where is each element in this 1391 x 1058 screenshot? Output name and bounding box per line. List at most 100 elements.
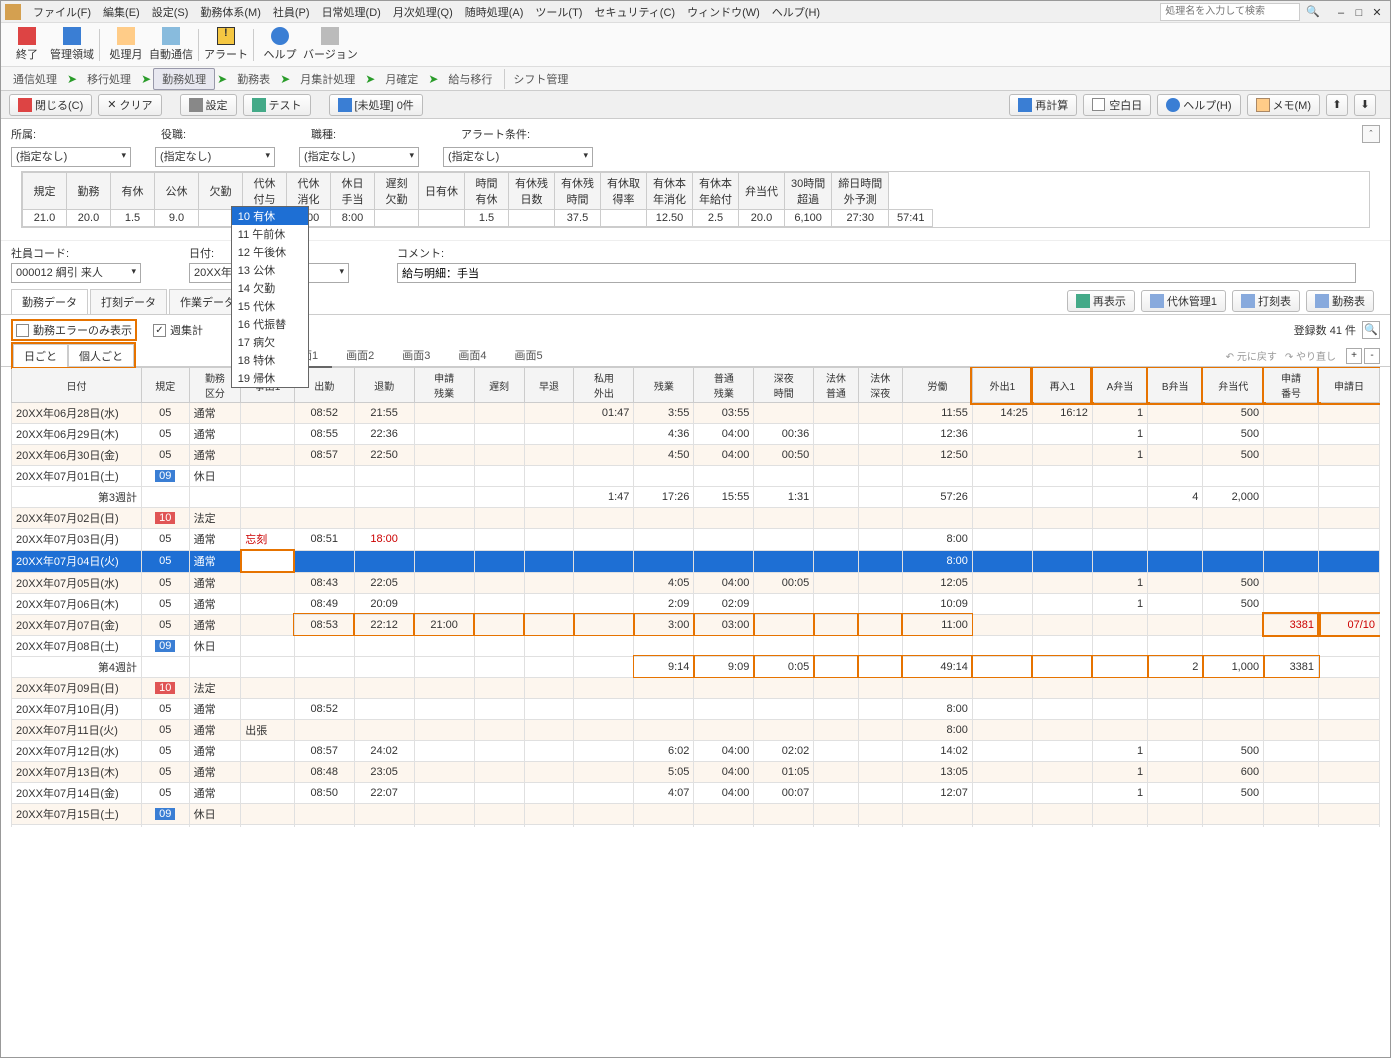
cell[interactable]: 20XX年07月11日(火) — [12, 719, 142, 740]
column-header[interactable]: B弁当 — [1148, 368, 1203, 403]
cell[interactable] — [354, 803, 414, 824]
cell[interactable] — [1092, 719, 1147, 740]
cell[interactable] — [574, 803, 634, 824]
cell[interactable]: 01:47 — [574, 403, 634, 424]
cell[interactable] — [858, 614, 902, 635]
cell[interactable] — [1092, 677, 1147, 698]
cell[interactable] — [634, 635, 694, 656]
reason-dropdown[interactable]: 10 有休11 午前休12 午後休13 公休14 欠勤15 代休16 代振替17… — [231, 367, 309, 388]
cell[interactable]: 8:00 — [902, 719, 972, 740]
cell[interactable] — [1319, 761, 1380, 782]
week-row[interactable]: 第5週計15:1412:003:1455:1421,600 — [12, 824, 1380, 827]
column-header[interactable]: 申請日 — [1319, 368, 1380, 403]
cell[interactable] — [189, 487, 241, 508]
cell[interactable]: 08:49 — [294, 593, 354, 614]
menu-window[interactable]: ウィンドウ(W) — [681, 2, 766, 22]
cell[interactable] — [294, 719, 354, 740]
cell[interactable] — [1264, 445, 1319, 466]
column-header[interactable]: 外出1 — [972, 368, 1032, 403]
cell[interactable]: 10:09 — [902, 593, 972, 614]
cell[interactable] — [902, 508, 972, 529]
cell[interactable]: 0:05 — [754, 656, 814, 677]
cell[interactable] — [814, 614, 858, 635]
cell[interactable] — [1032, 593, 1092, 614]
undo-button[interactable]: ↶ 元に戻す — [1226, 348, 1277, 363]
cell[interactable] — [241, 677, 294, 698]
cell[interactable]: 第4週計 — [12, 656, 142, 677]
cell[interactable] — [354, 550, 414, 572]
menu-settings[interactable]: 設定(S) — [146, 2, 195, 22]
cell[interactable]: 49:14 — [902, 656, 972, 677]
cell[interactable] — [474, 761, 524, 782]
cell[interactable] — [1319, 550, 1380, 572]
cell[interactable] — [1032, 424, 1092, 445]
cell[interactable] — [474, 445, 524, 466]
cell[interactable]: 8:00 — [902, 698, 972, 719]
cell[interactable]: 05 — [142, 782, 190, 803]
cell[interactable] — [414, 466, 474, 487]
cell[interactable] — [474, 508, 524, 529]
month-button[interactable]: 処理月 — [104, 25, 148, 65]
cell[interactable] — [574, 572, 634, 593]
week-total-option[interactable]: 週集計 — [153, 322, 203, 338]
cell[interactable] — [414, 403, 474, 424]
collapse-button[interactable]: ˆ — [1362, 125, 1380, 143]
cell[interactable] — [1264, 677, 1319, 698]
cell[interactable]: 出張 — [241, 719, 294, 740]
cell[interactable] — [972, 466, 1032, 487]
cell[interactable] — [694, 529, 754, 551]
cell[interactable] — [414, 824, 474, 827]
cell[interactable] — [574, 593, 634, 614]
cell[interactable] — [1148, 719, 1203, 740]
area-button[interactable]: 管理領域 — [49, 25, 95, 65]
cell[interactable] — [189, 824, 241, 827]
cell[interactable] — [241, 572, 294, 593]
cell[interactable]: 16:12 — [1032, 403, 1092, 424]
cell[interactable] — [858, 782, 902, 803]
maximize-button[interactable]: □ — [1350, 4, 1368, 20]
daikyu-button[interactable]: 代休管理1 — [1141, 290, 1226, 312]
cell[interactable] — [474, 698, 524, 719]
cell[interactable] — [354, 719, 414, 740]
cell[interactable]: 04:00 — [694, 424, 754, 445]
cell[interactable] — [474, 782, 524, 803]
cell[interactable]: 08:48 — [294, 761, 354, 782]
cell[interactable]: 500 — [1203, 572, 1264, 593]
cell[interactable] — [414, 635, 474, 656]
table-row[interactable]: 20XX年07月09日(日)10法定 — [12, 677, 1380, 698]
cell[interactable] — [972, 740, 1032, 761]
cell[interactable]: 04:00 — [694, 740, 754, 761]
cell[interactable] — [414, 782, 474, 803]
cell[interactable] — [1264, 403, 1319, 424]
cell[interactable] — [241, 466, 294, 487]
cell[interactable] — [474, 656, 524, 677]
cell[interactable]: 22:12 — [354, 614, 414, 635]
cell[interactable] — [814, 635, 858, 656]
cell[interactable] — [1032, 550, 1092, 572]
cell[interactable] — [1203, 529, 1264, 551]
cell[interactable] — [1203, 466, 1264, 487]
cell[interactable] — [694, 803, 754, 824]
cell[interactable] — [972, 529, 1032, 551]
cell[interactable] — [142, 656, 190, 677]
cell[interactable] — [294, 656, 354, 677]
column-header[interactable]: 労働 — [902, 368, 972, 403]
cell[interactable] — [1032, 803, 1092, 824]
blank-checkbox[interactable] — [1092, 98, 1105, 111]
cell[interactable] — [524, 550, 574, 572]
cell[interactable] — [241, 445, 294, 466]
cell[interactable] — [1148, 740, 1203, 761]
cell[interactable] — [524, 572, 574, 593]
blank-day-toggle[interactable]: 空白日 — [1083, 94, 1151, 116]
cell[interactable] — [474, 487, 524, 508]
cell[interactable]: 法定 — [189, 508, 241, 529]
column-header[interactable]: 深夜時間 — [754, 368, 814, 403]
cell[interactable]: 00:07 — [754, 782, 814, 803]
cell[interactable] — [1264, 424, 1319, 445]
cell[interactable]: 05 — [142, 445, 190, 466]
cell[interactable]: 4:36 — [634, 424, 694, 445]
nav-step-shift[interactable]: シフト管理 — [504, 69, 576, 89]
cell[interactable] — [414, 761, 474, 782]
table-row[interactable]: 20XX年06月28日(水)05通常08:5221:5501:473:5503:… — [12, 403, 1380, 424]
cell[interactable] — [972, 677, 1032, 698]
